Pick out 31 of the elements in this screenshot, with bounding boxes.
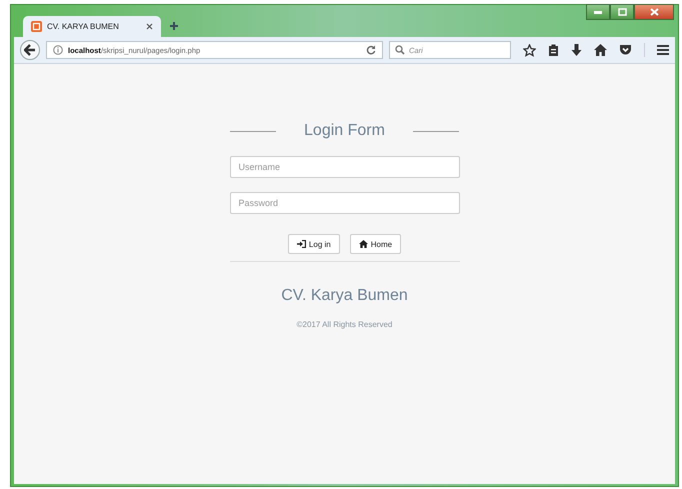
close-button[interactable] [634, 4, 674, 20]
site-icon [31, 21, 42, 32]
search-icon [395, 45, 405, 55]
input-field[interactable]: Password [230, 192, 460, 214]
maximize-button[interactable] [610, 4, 634, 20]
close-icon[interactable] [146, 23, 153, 30]
back-button[interactable] [20, 40, 40, 60]
minimize-button[interactable] [586, 4, 610, 20]
info-icon [53, 45, 63, 55]
browser-tab[interactable]: CV. KARYA BUMEN [23, 16, 161, 37]
bookmark-star-icon[interactable] [523, 44, 536, 56]
minimize-icon [594, 10, 602, 14]
plus-icon [169, 21, 179, 31]
tab-title: CV. KARYA BUMEN [47, 22, 120, 31]
back-arrow-icon [24, 44, 36, 56]
menu-icon[interactable] [657, 45, 669, 55]
close-icon [650, 8, 658, 16]
home-icon[interactable] [594, 44, 607, 56]
clipboard-icon[interactable] [548, 44, 559, 56]
company-name: CV. Karya Bumen [280, 287, 409, 305]
reload-icon[interactable] [366, 45, 376, 55]
maximize-icon [618, 8, 626, 16]
copyright-text: ©2017 All Rights Reserved [296, 320, 394, 329]
input-field[interactable]: Username [230, 156, 460, 178]
login-icon [296, 240, 306, 248]
login-button[interactable]: Log in [288, 234, 340, 254]
home-icon [358, 240, 368, 248]
pocket-icon[interactable] [619, 44, 632, 56]
form-title: Login Form [304, 122, 385, 140]
download-icon[interactable] [571, 44, 582, 56]
home-button[interactable]: Home [350, 234, 402, 254]
